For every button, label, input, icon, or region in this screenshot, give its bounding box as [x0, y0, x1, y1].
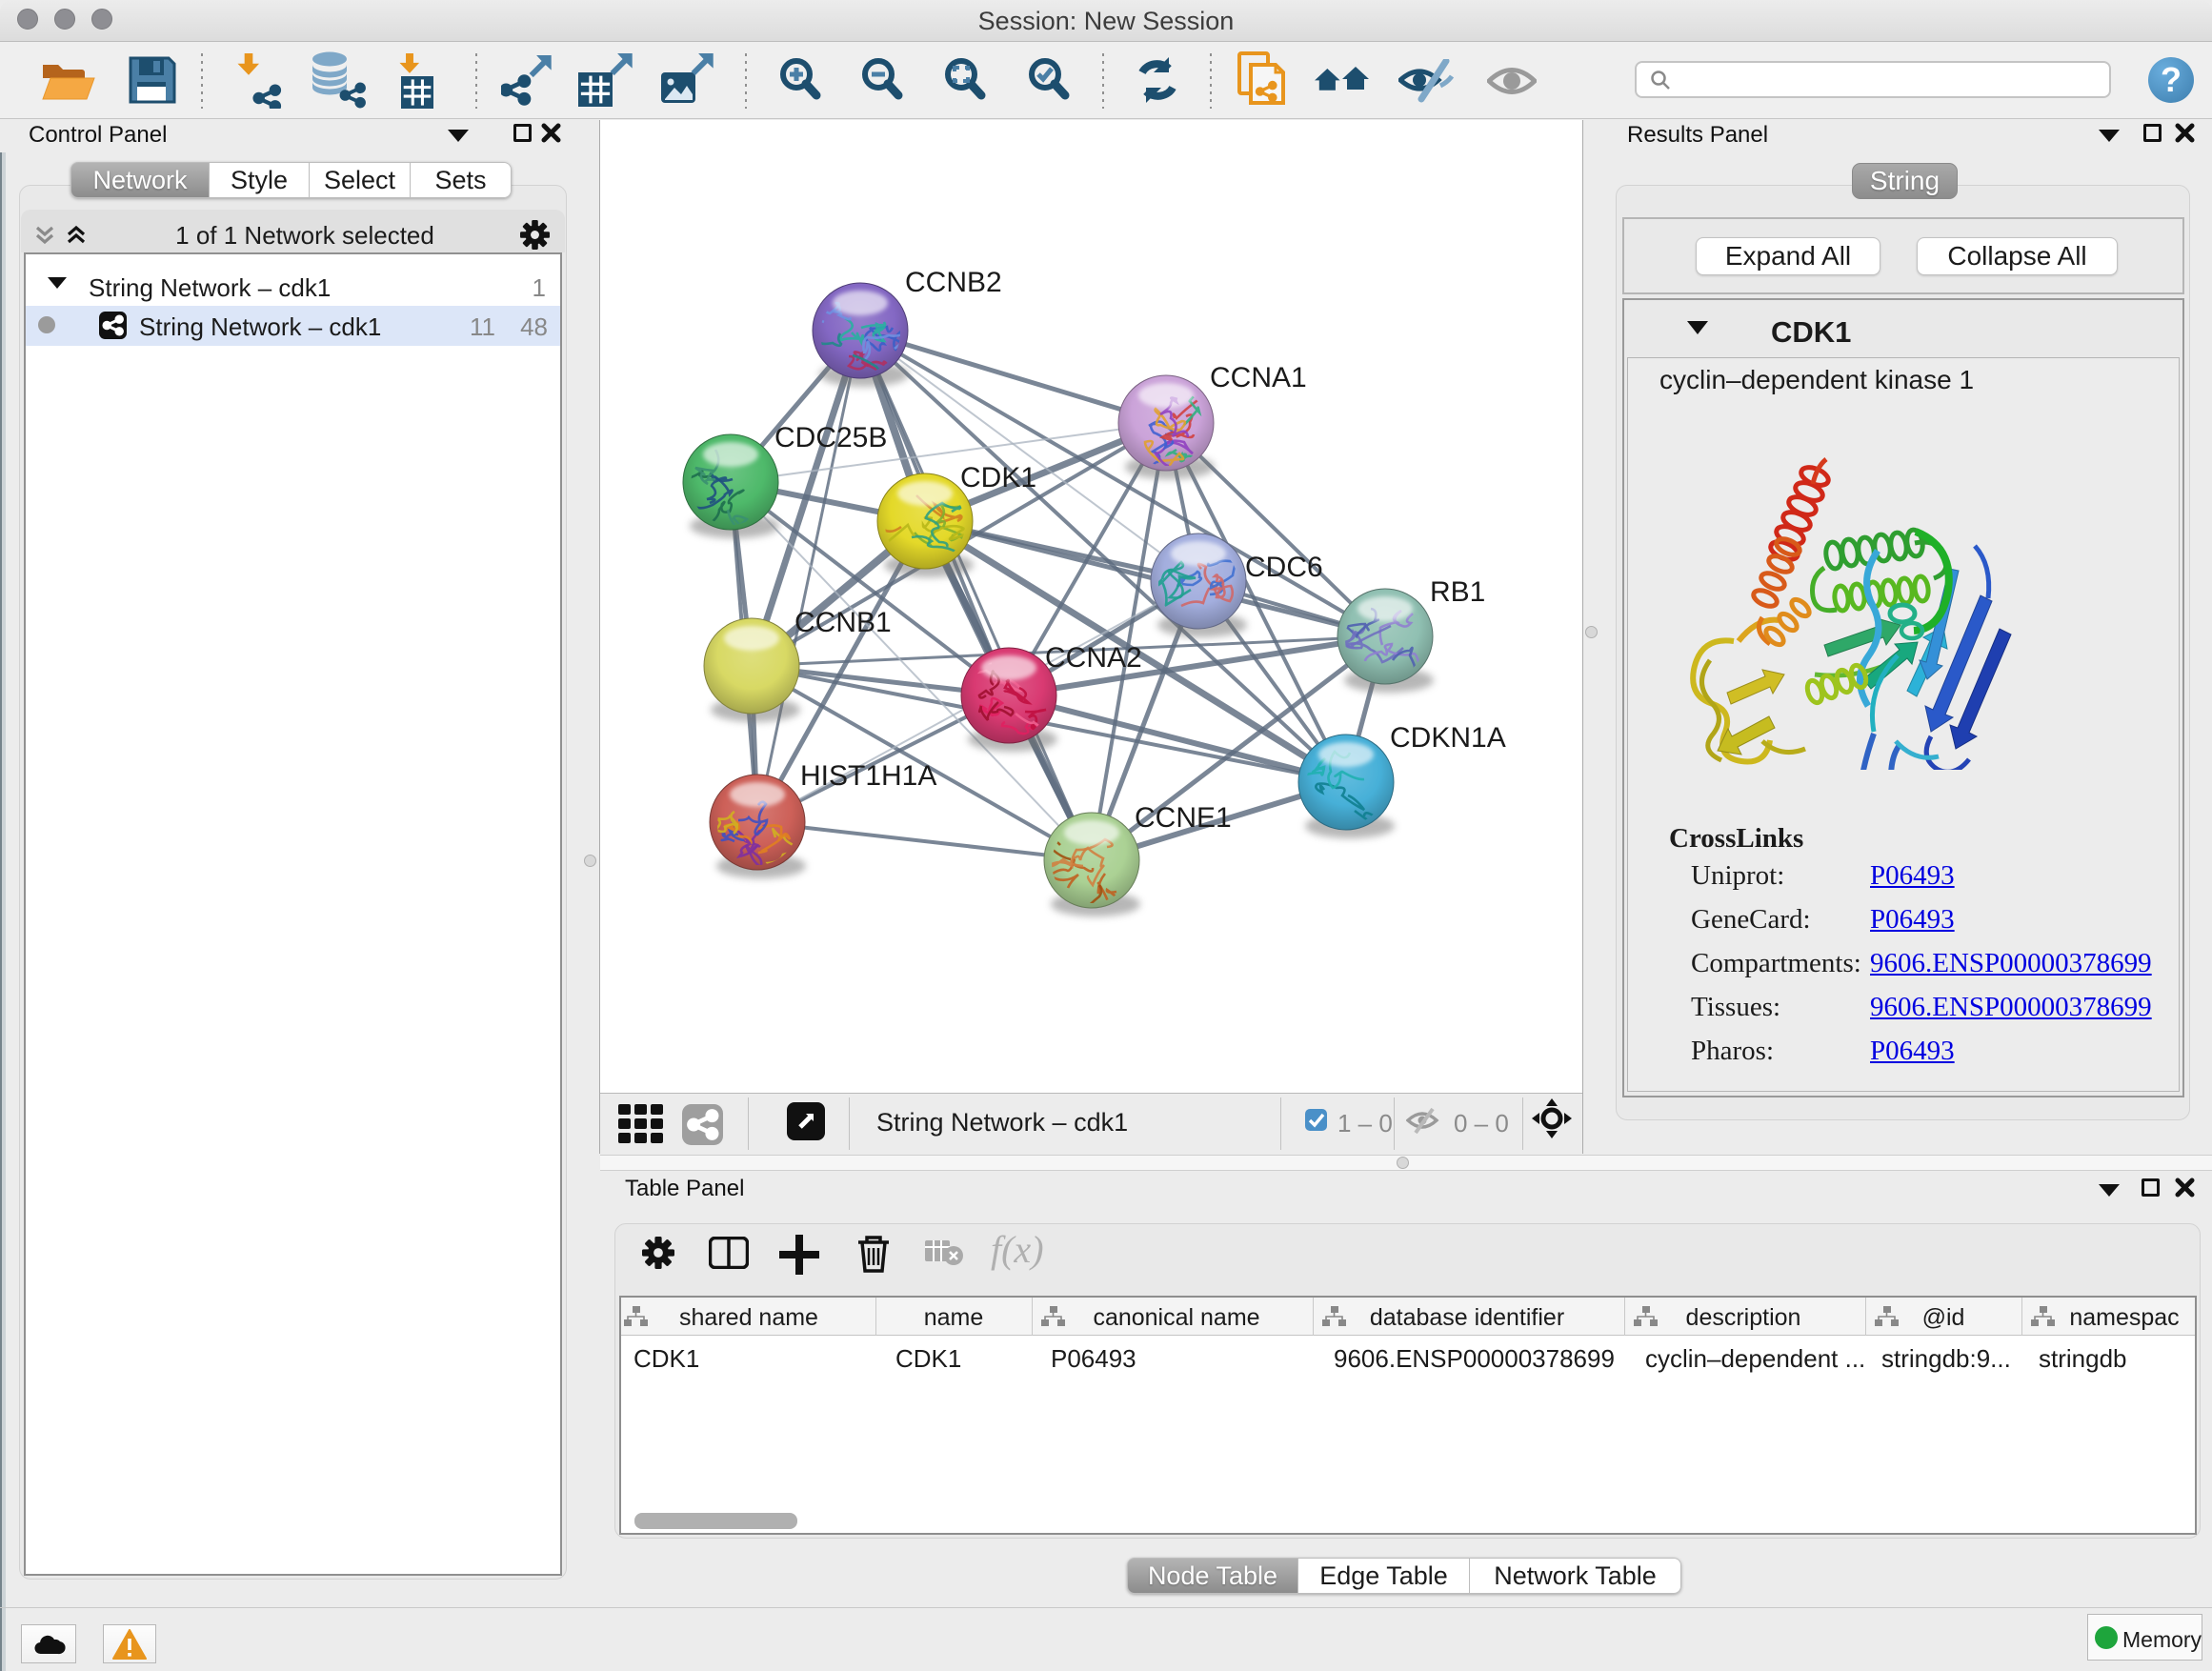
svg-text:RB1: RB1: [1430, 576, 1485, 608]
svg-text:CDC25B: CDC25B: [774, 422, 887, 453]
svg-text:CDK1: CDK1: [960, 462, 1036, 493]
svg-text:CCNA2: CCNA2: [1045, 642, 1142, 674]
svg-text:CCNB2: CCNB2: [905, 267, 1002, 298]
svg-text:CDKN1A: CDKN1A: [1390, 722, 1506, 754]
svg-text:CDC6: CDC6: [1245, 552, 1323, 583]
svg-text:CCNA1: CCNA1: [1210, 362, 1307, 393]
svg-text:HIST1H1A: HIST1H1A: [800, 760, 936, 792]
svg-text:CCNE1: CCNE1: [1135, 802, 1232, 834]
svg-text:CCNB1: CCNB1: [794, 607, 892, 638]
